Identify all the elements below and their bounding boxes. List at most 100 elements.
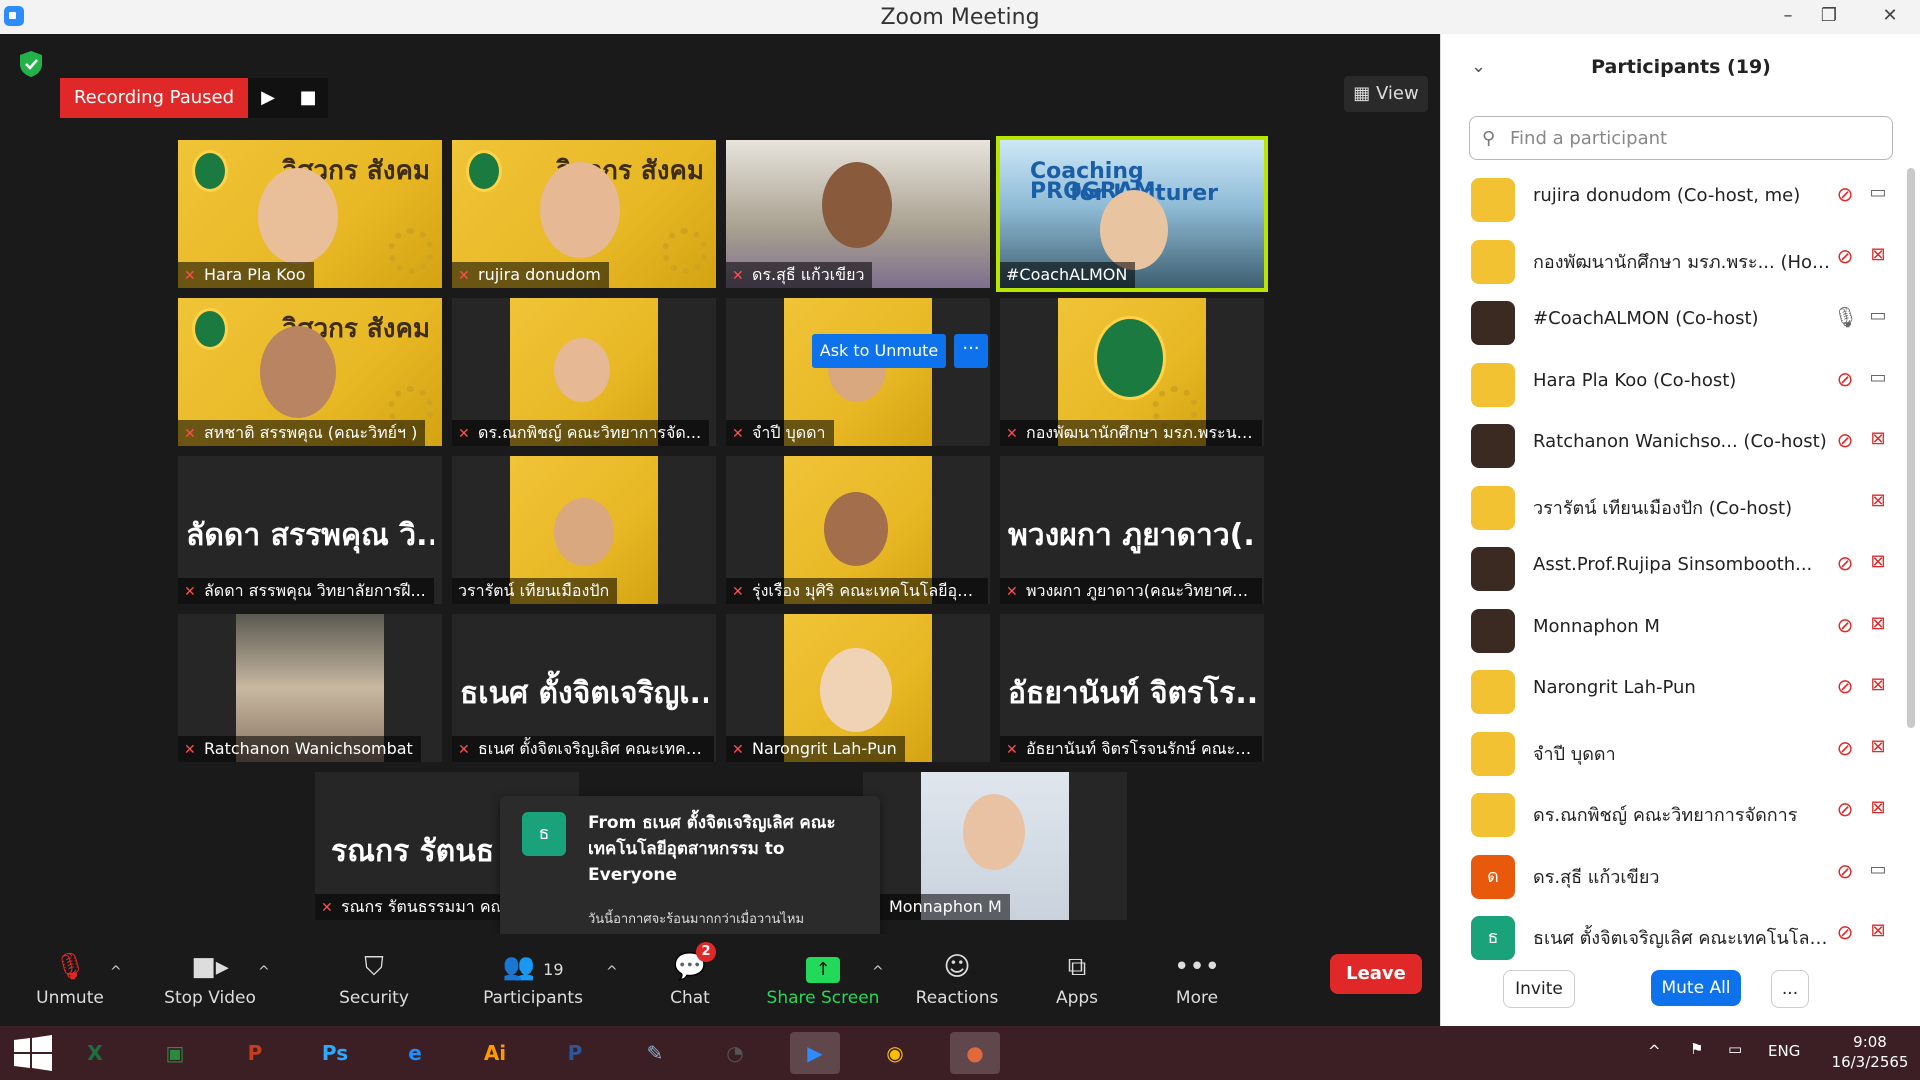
camera-off-icon[interactable]: ⊠: [1863, 674, 1893, 695]
video-tile[interactable]: วรารัตน์ เทียนเมืองปัก: [452, 456, 716, 604]
video-tile[interactable]: ✕ ดร.สุธี แก้วเขียว: [726, 140, 990, 288]
restore-button[interactable]: ❐: [1806, 0, 1852, 34]
taskbar-app-icon[interactable]: ▣: [150, 1032, 200, 1074]
video-tile[interactable]: อัธยานันท์ จิตรโร... ✕ อัธยานันท์ จิตรโรจ…: [1000, 614, 1264, 762]
participant-row[interactable]: Asst.Prof.Rujipa Sinsombooth... ⊘ ⊠: [1441, 537, 1906, 599]
taskbar-app-icon[interactable]: ✎: [630, 1032, 680, 1074]
participant-row[interactable]: วรารัตน์ เทียนเมืองปัก (Co-host) ⊠: [1441, 476, 1906, 538]
close-button[interactable]: ✕: [1860, 0, 1920, 34]
participant-row[interactable]: ด ดร.สุธี แก้วเขียว ⊘ ▭: [1441, 845, 1906, 907]
ask-to-unmute-button[interactable]: Ask to Unmute: [812, 334, 946, 368]
taskbar-app-icon[interactable]: e: [390, 1032, 440, 1074]
invite-button[interactable]: Invite: [1503, 970, 1575, 1008]
stop-video-button[interactable]: ■▸ Stop Video: [160, 946, 260, 1008]
network-icon[interactable]: ▭: [1728, 1040, 1742, 1058]
mic-muted-icon[interactable]: ⊘: [1833, 920, 1857, 944]
stop-recording-button[interactable]: ■: [288, 78, 328, 118]
taskbar-app-icon[interactable]: ▶: [790, 1032, 840, 1074]
mic-muted-icon[interactable]: ⊘: [1833, 859, 1857, 883]
taskbar-app-icon[interactable]: X: [70, 1032, 120, 1074]
mic-muted-icon[interactable]: ⊘: [1833, 797, 1857, 821]
video-tile[interactable]: ✕ จำปี บุดดา: [726, 298, 990, 446]
video-tile[interactable]: ✕ Ratchanon Wanichsombat: [178, 614, 442, 762]
video-tile[interactable]: ✕ รุ่งเรือง มุศิริ คณะเทคโนโลยีอุตส...: [726, 456, 990, 604]
camera-off-icon[interactable]: ⊠: [1863, 736, 1893, 757]
video-tile-active-speaker[interactable]: Coaching PROGRAM for Lecturer #CoachALMON: [996, 136, 1268, 292]
camera-off-icon[interactable]: ⊠: [1863, 428, 1893, 449]
participant-row[interactable]: Monnaphon M ⊘ ⊠: [1441, 599, 1906, 661]
mic-muted-icon[interactable]: ⊘: [1833, 367, 1857, 391]
participant-row[interactable]: #CoachALMON (Co-host) 🎙 ▭: [1441, 291, 1906, 353]
mic-muted-icon[interactable]: ⊘: [1833, 551, 1857, 575]
more-button[interactable]: ••• More: [1160, 946, 1234, 1008]
participant-row[interactable]: Ratchanon Wanichso... (Co-host) ⊘ ⊠: [1441, 414, 1906, 476]
unmute-button[interactable]: 🎙 Unmute: [30, 946, 110, 1008]
taskbar-app-icon[interactable]: P: [550, 1032, 600, 1074]
audio-options-caret[interactable]: ^: [110, 964, 122, 980]
minimize-button[interactable]: –: [1765, 0, 1811, 34]
participant-row[interactable]: จำปี บุดดา ⊘ ⊠: [1441, 722, 1906, 784]
video-tile[interactable]: พวงผกา ภูยาดาว(... ✕ พวงผกา ภูยาดาว(คณะวิ…: [1000, 456, 1264, 604]
video-tile[interactable]: วิศวกร สังคม ✕ rujira donudom: [452, 140, 716, 288]
camera-on-icon[interactable]: ▭: [1863, 367, 1893, 388]
camera-off-icon[interactable]: ⊠: [1863, 490, 1893, 511]
language-indicator[interactable]: ENG: [1768, 1042, 1800, 1060]
video-options-caret[interactable]: ^: [258, 964, 270, 980]
panel-more-button[interactable]: ...: [1771, 970, 1809, 1008]
participants-button[interactable]: 👥 19 Participants: [480, 946, 586, 1008]
video-tile[interactable]: ✕Monnaphon M: [863, 772, 1127, 920]
taskbar-app-icon[interactable]: ◉: [870, 1032, 920, 1074]
participant-row[interactable]: ธ ธเนศ ตั้งจิตเจริญเลิศ คณะเทคโนโลยีอุ...…: [1441, 906, 1906, 968]
mic-muted-icon[interactable]: ⊘: [1833, 736, 1857, 760]
mic-muted-icon[interactable]: ⊘: [1833, 244, 1857, 268]
participant-row[interactable]: ดร.ณกพิชญ์ คณะวิทยาการจัดการ ⊘ ⊠: [1441, 783, 1906, 845]
share-screen-button[interactable]: ↑ Share Screen: [764, 946, 882, 1008]
camera-on-icon[interactable]: ▭: [1863, 305, 1893, 326]
video-tile[interactable]: ลัดดา สรรพคุณ วิ... ✕ ลัดดา สรรพคุณ วิทยา…: [178, 456, 442, 604]
participant-row[interactable]: กองพัฒนานักศึกษา มรภ.พระ... (Host) ⊘ ⊠: [1441, 230, 1906, 292]
security-button[interactable]: ⛉ Security: [334, 946, 414, 1008]
camera-off-icon[interactable]: ⊠: [1863, 613, 1893, 634]
mute-all-button[interactable]: Mute All: [1651, 970, 1741, 1006]
participant-row[interactable]: Narongrit Lah-Pun ⊘ ⊠: [1441, 660, 1906, 722]
tile-more-options-button[interactable]: ···: [954, 334, 988, 368]
video-tile[interactable]: วิศวกร สังคม ✕ Hara Pla Koo: [178, 140, 442, 288]
tray-overflow-caret[interactable]: ^: [1648, 1042, 1661, 1060]
taskbar-app-icon[interactable]: ●: [950, 1032, 1000, 1074]
mic-muted-icon[interactable]: ⊘: [1833, 182, 1857, 206]
video-tile[interactable]: ✕ กองพัฒนานักศึกษา มรภ.พระนคร: [1000, 298, 1264, 446]
mic-on-icon[interactable]: 🎙: [1833, 305, 1858, 329]
participant-search-input[interactable]: ⚲ Find a participant: [1469, 116, 1893, 160]
participants-options-caret[interactable]: ^: [606, 964, 618, 980]
camera-off-icon[interactable]: ⊠: [1863, 244, 1893, 265]
mic-muted-icon[interactable]: ⊘: [1833, 613, 1857, 637]
video-tile[interactable]: ✕ ดร.ณกพิชญ์ คณะวิทยาการจัด...: [452, 298, 716, 446]
camera-on-icon[interactable]: ▭: [1863, 859, 1893, 880]
flag-icon[interactable]: ⚑: [1690, 1040, 1703, 1058]
windows-start-icon[interactable]: [10, 1034, 56, 1072]
taskbar-app-icon[interactable]: P: [230, 1032, 280, 1074]
security-shield-icon[interactable]: [18, 50, 44, 78]
participant-list-scrollbar[interactable]: [1907, 168, 1915, 728]
resume-recording-button[interactable]: ▶: [248, 78, 288, 118]
participant-row[interactable]: Hara Pla Koo (Co-host) ⊘ ▭: [1441, 353, 1906, 415]
leave-button[interactable]: Leave: [1330, 954, 1422, 994]
taskbar-app-icon[interactable]: Ai: [470, 1032, 520, 1074]
camera-off-icon[interactable]: ⊠: [1863, 920, 1893, 941]
mic-muted-icon[interactable]: ⊘: [1833, 674, 1857, 698]
taskbar-app-icon[interactable]: Ps: [310, 1032, 360, 1074]
participant-row[interactable]: rujira donudom (Co-host, me) ⊘ ▭: [1441, 168, 1906, 230]
view-button[interactable]: ▦ View: [1344, 76, 1428, 112]
video-tile[interactable]: ธเนศ ตั้งจิตเจริญเ... ✕ ธเนศ ตั้งจิตเจริญ…: [452, 614, 716, 762]
share-options-caret[interactable]: ^: [872, 964, 884, 980]
camera-off-icon[interactable]: ⊠: [1863, 797, 1893, 818]
camera-off-icon[interactable]: ⊠: [1863, 551, 1893, 572]
mic-muted-icon[interactable]: ⊘: [1833, 428, 1857, 452]
apps-button[interactable]: ⧉ Apps: [1040, 946, 1114, 1008]
video-tile[interactable]: วิศวกร สังคม ✕ สหชาติ สรรพคุณ (คณะวิทย์ฯ …: [178, 298, 442, 446]
chat-button[interactable]: 💬 2 Chat: [650, 942, 730, 1008]
reactions-button[interactable]: ☺ Reactions: [912, 946, 1002, 1008]
taskbar-app-icon[interactable]: ◔: [710, 1032, 760, 1074]
system-clock[interactable]: 9:08 16/3/2565: [1830, 1032, 1910, 1072]
video-tile[interactable]: ✕ Narongrit Lah-Pun: [726, 614, 990, 762]
